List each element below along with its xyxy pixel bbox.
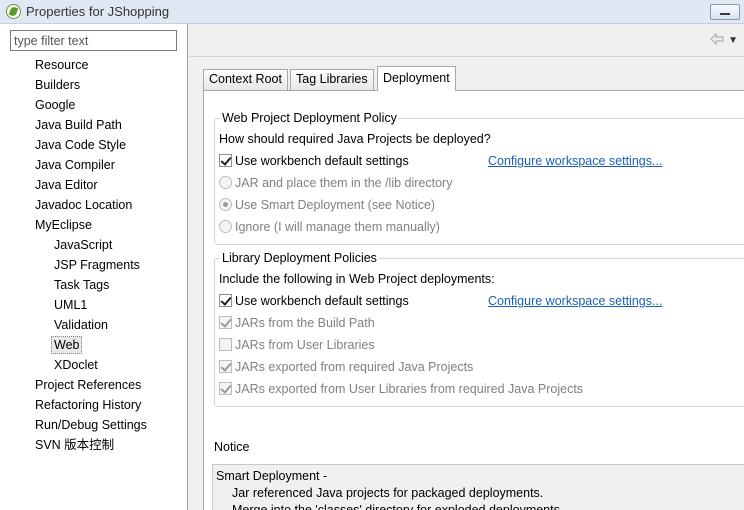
tree-item-web[interactable]: Web [51,336,83,354]
myeclipse-app-icon [6,4,21,19]
tree-item-project-references[interactable]: Project References [33,376,143,394]
tree-item-task-tags[interactable]: Task Tags [52,276,111,294]
tree-item-builders[interactable]: Builders [33,76,82,94]
radio-icon[interactable] [219,220,232,233]
notice-heading: Smart Deployment - [216,469,328,483]
tree-item-java-code-style[interactable]: Java Code Style [33,136,128,154]
tree-item-resource[interactable]: Resource [33,56,91,74]
tree-item-validation[interactable]: Validation [52,316,110,334]
tree-item-java-build-path[interactable]: Java Build Path [33,116,124,134]
deploy-use-defaults-checkbox[interactable]: Use workbench default settings [219,152,409,170]
back-arrow-icon[interactable] [710,33,724,45]
configure-workspace-link[interactable]: Configure workspace settings... [488,292,662,310]
checkbox-user-library-jars[interactable]: JARs from User Libraries [219,336,375,354]
checkbox-checked-icon[interactable] [219,294,232,307]
group-title: Library Deployment Policies [220,250,379,266]
tree-item-java-compiler[interactable]: Java Compiler [33,156,117,174]
tree-item-google[interactable]: Google [33,96,77,114]
history-nav: ▼ [710,32,738,47]
checkbox-exported-user-library-jars[interactable]: JARs exported from User Libraries from r… [219,380,583,398]
tree-item-javascript[interactable]: JavaScript [52,236,114,254]
preference-tree-pane: Resource Builders Google Java Build Path… [0,24,188,510]
notice-label: Notice [214,440,250,454]
deployment-policy-group: Web Project Deployment Policy How should… [214,110,744,245]
tree-item-java-editor[interactable]: Java Editor [33,176,100,194]
notice-box: Smart Deployment - Jar referenced Java p… [212,464,744,510]
radio-icon[interactable] [219,176,232,189]
library-use-defaults-checkbox[interactable]: Use workbench default settings [219,292,409,310]
checkbox-checked-icon[interactable] [219,154,232,167]
checkbox-checked-icon[interactable] [219,316,232,329]
filter-input[interactable] [10,30,177,51]
tree-item-xdoclet[interactable]: XDoclet [52,356,100,374]
radio-selected-icon[interactable] [219,198,232,211]
tree-item-javadoc-location[interactable]: Javadoc Location [33,196,134,214]
deployment-tab-content: Web Project Deployment Policy How should… [203,90,744,510]
library-deployment-group: Library Deployment Policies Include the … [214,250,744,407]
property-page: ▼ Context Root Tag Libraries Deployment … [189,24,744,510]
chevron-down-icon[interactable]: ▼ [728,35,738,46]
radio-ignore[interactable]: Ignore (I will manage them manually) [219,218,440,236]
radio-smart-deployment[interactable]: Use Smart Deployment (see Notice) [219,196,435,214]
checkbox-checked-icon[interactable] [219,382,232,395]
tree-item-svn[interactable]: SVN 版本控制 [33,436,116,454]
title-bar: Properties for JShopping [0,0,744,24]
radio-jar-lib[interactable]: JAR and place them in the /lib directory [219,174,452,192]
group-title: Web Project Deployment Policy [220,110,399,126]
configure-workspace-link[interactable]: Configure workspace settings... [488,152,662,170]
tree-item-uml1[interactable]: UML1 [52,296,89,314]
checkbox-build-path-jars[interactable]: JARs from the Build Path [219,314,375,332]
notice-line: Merge into the 'classes' directory for e… [232,503,564,510]
tree-item-run-debug-settings[interactable]: Run/Debug Settings [33,416,149,434]
minimize-button[interactable] [710,4,740,20]
header-separator [189,56,744,57]
tree-item-refactoring-history[interactable]: Refactoring History [33,396,143,414]
window-title: Properties for JShopping [26,4,170,19]
tab-context-root[interactable]: Context Root [203,69,288,90]
deployment-question: How should required Java Projects be dep… [219,132,491,146]
checkbox-icon[interactable] [219,338,232,351]
tree-item-jsp-fragments[interactable]: JSP Fragments [52,256,142,274]
tab-tag-libraries[interactable]: Tag Libraries [290,69,374,90]
tab-deployment[interactable]: Deployment [377,66,456,91]
checkbox-exported-project-jars[interactable]: JARs exported from required Java Project… [219,358,473,376]
library-intro: Include the following in Web Project dep… [219,272,495,286]
tree-item-myeclipse[interactable]: MyEclipse [33,216,94,234]
notice-line: Jar referenced Java projects for package… [232,486,544,500]
checkbox-checked-icon[interactable] [219,360,232,373]
